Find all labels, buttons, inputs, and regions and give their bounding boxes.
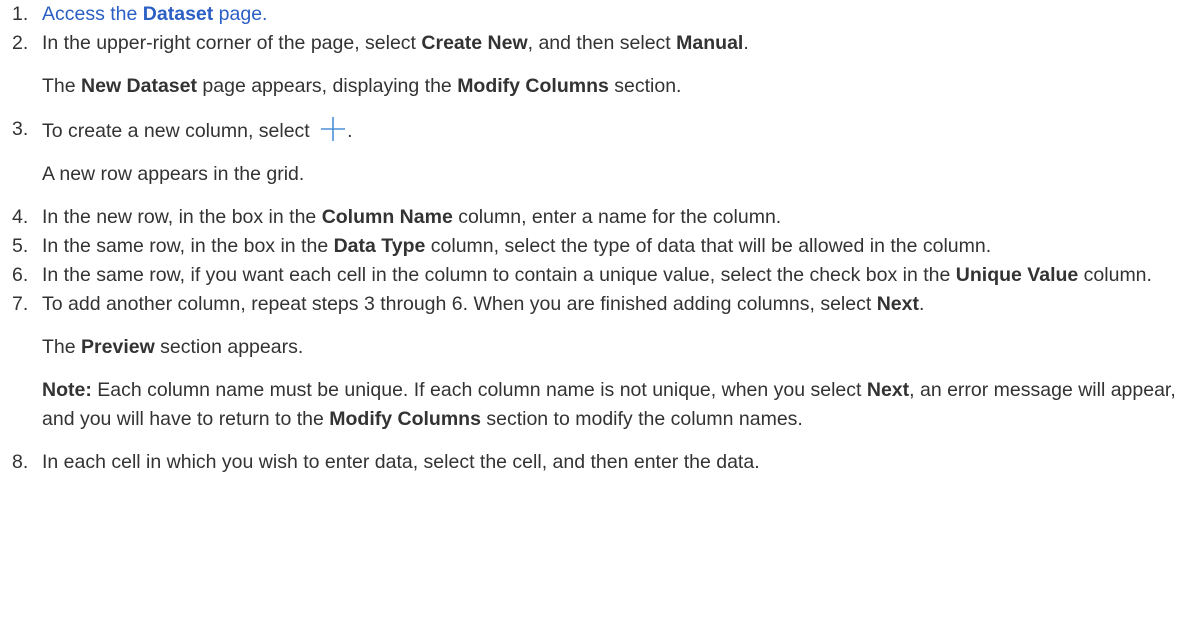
step-6-text: In the same row, if you want each cell i…: [42, 264, 1152, 286]
step-number: 4.: [12, 206, 29, 228]
ui-term: Data Type: [333, 235, 426, 257]
dataset-page-link[interactable]: Access the Dataset page.: [42, 3, 267, 25]
step-number: 3.: [12, 118, 29, 140]
step-number: 8.: [12, 451, 29, 473]
step-3: 3. To create a new column, select . A ne…: [12, 115, 1183, 189]
step-7-note: Note: Each column name must be unique. I…: [42, 379, 1176, 430]
ui-term: Preview: [81, 336, 155, 358]
step-number: 5.: [12, 235, 29, 257]
step-3-result: A new row appears in the grid.: [42, 163, 305, 185]
step-5: 5. In the same row, in the box in the Da…: [12, 232, 1183, 261]
ui-term: Unique Value: [955, 264, 1079, 286]
step-6: 6. In the same row, if you want each cel…: [12, 261, 1183, 290]
ui-term: Modify Columns: [329, 408, 481, 430]
note-label: Note:: [42, 379, 92, 401]
step-2-text: In the upper-right corner of the page, s…: [42, 32, 749, 54]
step-number: 7.: [12, 293, 29, 315]
plus-icon: [319, 115, 347, 143]
ui-term: Column Name: [321, 206, 453, 228]
step-number: 2.: [12, 32, 29, 54]
ui-term: Next: [866, 379, 910, 401]
step-4-text: In the new row, in the box in the Column…: [42, 206, 782, 228]
step-7: 7. To add another column, repeat steps 3…: [12, 290, 1183, 434]
step-7-result: The Preview section appears.: [42, 336, 304, 358]
document: 1. Access the Dataset page. 2. In the up…: [0, 0, 1195, 635]
step-3-text: To create a new column, select .: [42, 115, 1183, 146]
ui-term: Next: [876, 293, 919, 315]
step-8: 8. In each cell in which you wish to ent…: [12, 448, 1183, 477]
step-1: 1. Access the Dataset page.: [12, 0, 1183, 29]
step-5-text: In the same row, in the box in the Data …: [42, 235, 992, 257]
step-1-text[interactable]: Access the Dataset page.: [42, 0, 1183, 29]
ui-term: Create New: [421, 32, 528, 54]
step-4: 4. In the new row, in the box in the Col…: [12, 203, 1183, 232]
step-number: 6.: [12, 264, 29, 286]
ui-term: Modify Columns: [457, 75, 609, 97]
step-2-result: The New Dataset page appears, displaying…: [42, 75, 682, 97]
procedure-steps: 1. Access the Dataset page. 2. In the up…: [12, 0, 1183, 477]
step-number: 1.: [12, 3, 29, 25]
ui-term: New Dataset: [81, 75, 197, 97]
step-2: 2. In the upper-right corner of the page…: [12, 29, 1183, 101]
step-7-text: To add another column, repeat steps 3 th…: [42, 293, 925, 315]
step-8-text: In each cell in which you wish to enter …: [42, 451, 760, 473]
ui-term: Manual: [676, 32, 744, 54]
